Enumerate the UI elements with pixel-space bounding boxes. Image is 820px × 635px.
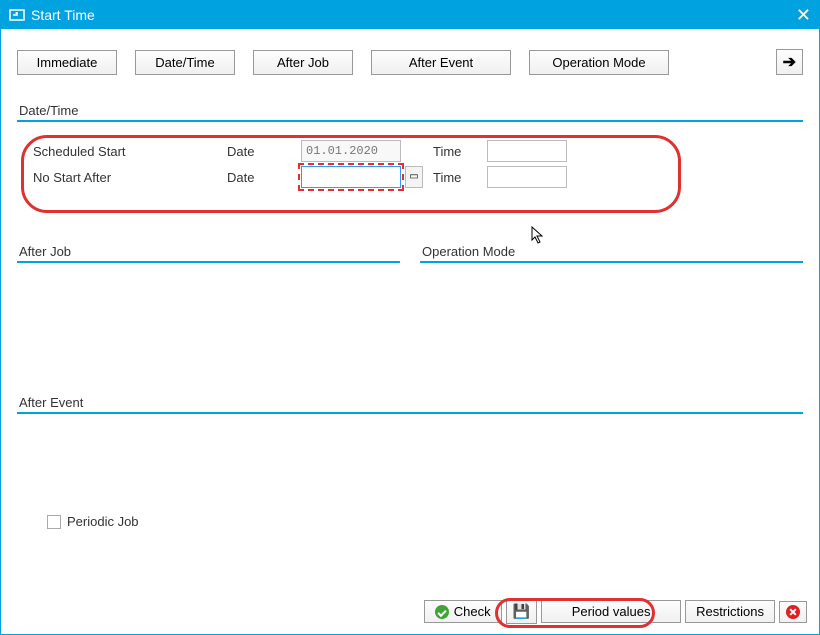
- check-icon: [435, 605, 449, 619]
- no-start-time-field[interactable]: [487, 166, 567, 188]
- after-job-button[interactable]: After Job: [253, 50, 353, 75]
- titlebar: Start Time ✕: [1, 1, 819, 29]
- restrictions-label: Restrictions: [696, 604, 764, 619]
- datetime-block: Scheduled Start Date Time No Start After…: [17, 120, 803, 204]
- immediate-button[interactable]: Immediate: [17, 50, 117, 75]
- two-column-row: After Job Operation Mode: [17, 244, 803, 355]
- periodic-job-label: Periodic Job: [67, 514, 139, 529]
- time-label: Time: [433, 144, 483, 159]
- scheduled-date-field[interactable]: [301, 140, 401, 162]
- check-button[interactable]: Check: [424, 600, 502, 623]
- after-job-section: After Job: [17, 244, 400, 355]
- f4-help-icon: ▭: [409, 171, 418, 182]
- after-event-block: [17, 412, 803, 482]
- date-label: Date: [227, 144, 297, 159]
- operation-mode-block: [420, 261, 803, 335]
- window-icon: [9, 7, 25, 23]
- bottom-toolbar: Check 💾 Period values Restrictions: [424, 599, 807, 624]
- periodic-job-row: Periodic Job: [47, 514, 803, 529]
- period-values-label: Period values: [572, 604, 651, 619]
- operation-mode-section-label: Operation Mode: [420, 244, 803, 259]
- no-start-after-label: No Start After: [33, 170, 223, 185]
- check-button-label: Check: [454, 604, 491, 619]
- after-event-section: After Event: [17, 395, 803, 482]
- date-picker-button[interactable]: ▭: [405, 166, 423, 188]
- periodic-job-checkbox[interactable]: [47, 515, 61, 529]
- start-time-dialog: Start Time ✕ Immediate Date/Time After J…: [0, 0, 820, 635]
- content-area: Immediate Date/Time After Job After Even…: [1, 29, 819, 529]
- arrow-right-icon: ➔: [783, 54, 796, 71]
- cancel-button[interactable]: [779, 601, 807, 623]
- scheduled-start-label: Scheduled Start: [33, 144, 223, 159]
- period-values-button[interactable]: Period values: [541, 600, 681, 623]
- mode-buttons-row: Immediate Date/Time After Job After Even…: [17, 49, 803, 75]
- after-event-section-label: After Event: [17, 395, 803, 410]
- datetime-section-label: Date/Time: [17, 103, 803, 118]
- save-button[interactable]: 💾: [506, 599, 537, 624]
- after-event-button[interactable]: After Event: [371, 50, 511, 75]
- datetime-section: Date/Time Scheduled Start Date Time No S…: [17, 103, 803, 204]
- scheduled-time-field[interactable]: [487, 140, 567, 162]
- operation-mode-button[interactable]: Operation Mode: [529, 50, 669, 75]
- scheduled-start-row: Scheduled Start Date Time: [33, 138, 787, 164]
- window-title: Start Time: [31, 7, 95, 23]
- after-job-block: [17, 261, 400, 335]
- no-start-date-field[interactable]: [301, 166, 401, 188]
- save-icon: 💾: [513, 603, 530, 620]
- next-arrow-button[interactable]: ➔: [776, 49, 803, 75]
- time-label-2: Time: [433, 170, 483, 185]
- cancel-icon: [786, 605, 800, 619]
- datetime-button[interactable]: Date/Time: [135, 50, 235, 75]
- close-icon[interactable]: ✕: [796, 6, 811, 24]
- date-label-2: Date: [227, 170, 297, 185]
- restrictions-button[interactable]: Restrictions: [685, 600, 775, 623]
- no-start-after-row: No Start After Date ▭ Time: [33, 164, 787, 190]
- operation-mode-section: Operation Mode: [420, 244, 803, 355]
- after-job-section-label: After Job: [17, 244, 400, 259]
